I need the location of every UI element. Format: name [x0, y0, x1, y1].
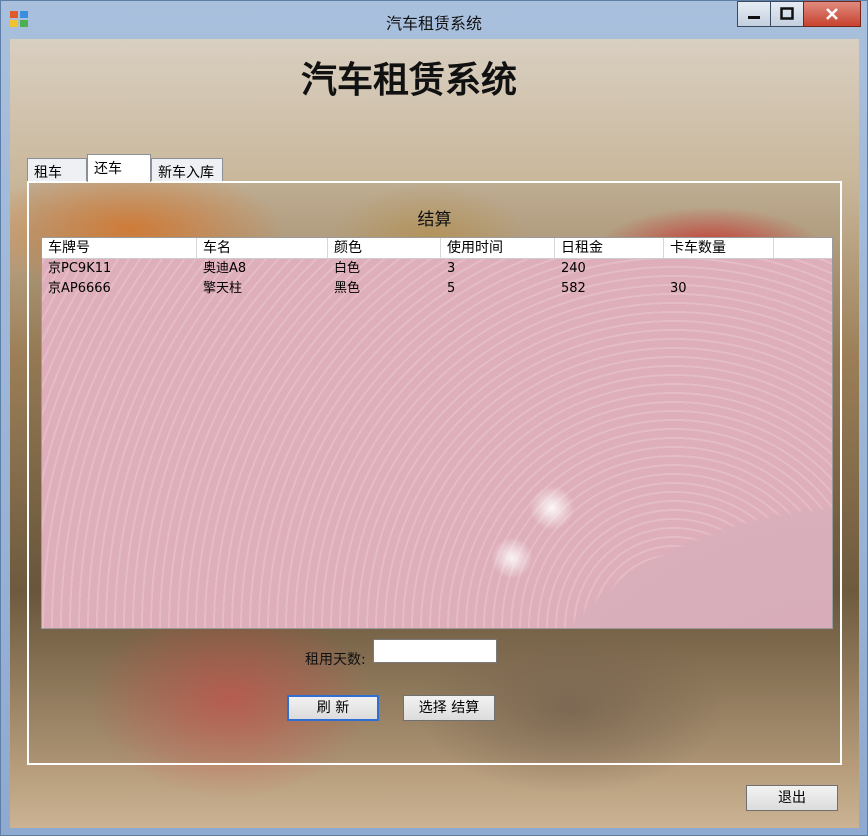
tab-new-car[interactable]: 新车入库 [151, 158, 223, 182]
cell-color: 黑色 [334, 281, 361, 296]
client-area: 汽车租赁系统 租车 还车 新车入库 结算 车牌号 车名 颜色 使用时间 日租金 … [10, 39, 859, 828]
column-header-truck[interactable]: 卡车数量 [664, 238, 774, 258]
tab-rent[interactable]: 租车 [27, 158, 87, 182]
return-panel: 结算 车牌号 车名 颜色 使用时间 日租金 卡车数量 京PC9K11 奥迪A8 … [27, 181, 842, 765]
exit-button[interactable]: 退出 [746, 785, 838, 811]
cell-time: 5 [447, 281, 456, 296]
table-row[interactable]: 京AP6666 擎天柱 黑色 5 582 30 [42, 279, 832, 299]
settle-label: 结算 [417, 210, 452, 230]
title-bar[interactable]: 汽车租赁系统 [1, 1, 867, 39]
column-header-plate[interactable]: 车牌号 [42, 238, 197, 258]
column-header-color[interactable]: 颜色 [328, 238, 441, 258]
grid-header: 车牌号 车名 颜色 使用时间 日租金 卡车数量 [42, 238, 832, 259]
cell-rent: 240 [561, 261, 586, 276]
cell-name: 擎天柱 [203, 281, 243, 296]
maximize-button[interactable] [770, 1, 804, 27]
rent-days-label: 租用天数: [305, 652, 366, 668]
cell-plate: 京AP6666 [48, 281, 111, 296]
column-header-rent[interactable]: 日租金 [555, 238, 664, 258]
column-header-name[interactable]: 车名 [197, 238, 328, 258]
table-row[interactable]: 京PC9K11 奥迪A8 白色 3 240 [42, 259, 832, 279]
column-header-time[interactable]: 使用时间 [441, 238, 555, 258]
minimize-icon [748, 16, 760, 19]
cell-rent: 582 [561, 281, 586, 296]
minimize-button[interactable] [737, 1, 771, 27]
cell-truck [664, 259, 774, 279]
cell-truck: 30 [670, 281, 687, 296]
cell-color: 白色 [334, 261, 361, 276]
app-window: 汽车租赁系统 汽车租赁系统 租车 还车 新车入库 结算 车牌号 车名 颜色 使用… [0, 0, 868, 836]
cell-name: 奥迪A8 [203, 261, 247, 276]
close-icon [826, 8, 838, 20]
cell-time: 3 [447, 261, 456, 276]
select-settle-button[interactable]: 选择 结算 [403, 695, 495, 721]
maximize-icon [780, 7, 794, 20]
rent-days-input[interactable] [373, 639, 497, 663]
cell-plate: 京PC9K11 [48, 261, 112, 276]
tab-return[interactable]: 还车 [87, 154, 151, 182]
return-grid[interactable]: 车牌号 车名 颜色 使用时间 日租金 卡车数量 京PC9K11 奥迪A8 白色 … [41, 237, 833, 629]
refresh-button[interactable]: 刷 新 [287, 695, 379, 721]
page-title: 汽车租赁系统 [300, 59, 517, 101]
close-button[interactable] [803, 1, 861, 27]
